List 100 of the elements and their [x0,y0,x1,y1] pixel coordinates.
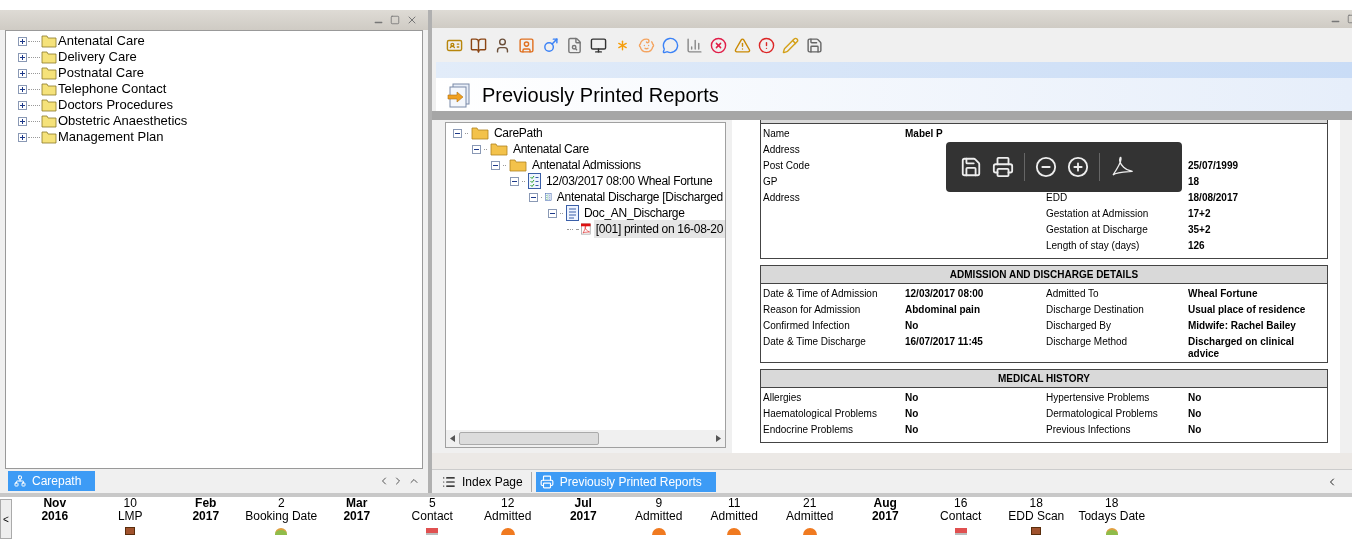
field-value: Discharged on clinical advice [1188,336,1296,360]
month-label: Aug [873,497,897,510]
year-label: 2017 [343,510,371,523]
month-label: Jul [574,497,592,510]
monitor-icon[interactable] [590,36,607,54]
tree-item[interactable]: Antenatal Discharge [Discharged [554,188,725,206]
collapse-icon[interactable] [548,208,557,218]
field-value: No [905,392,920,404]
field-label: Post Code [763,160,811,172]
zoom-out-icon[interactable] [1035,156,1057,178]
event-label: Admitted [710,510,758,523]
tree-item[interactable]: Doc_AN_Discharge [582,204,687,222]
tree-item[interactable]: [001] printed on 16-08-20 [593,220,725,238]
collapse-icon[interactable] [491,160,500,170]
field-label: EDD [1046,192,1069,204]
event-label: Admitted [786,510,834,523]
field-label: Gestation at Admission [1046,208,1150,220]
field-label: Admitted To [1046,288,1100,300]
event-day: 10 [123,497,137,510]
expand-icon[interactable] [18,68,27,78]
event-label: Contact [940,510,982,523]
event-label: Todays Date [1078,510,1146,523]
close-icon[interactable] [406,14,418,26]
checklist-icon [528,173,541,189]
event-day: 18 [1105,497,1119,510]
print-icon[interactable] [992,156,1014,178]
expand-icon[interactable] [18,116,27,126]
tree-item[interactable]: Antenatal Admissions [530,156,643,174]
event-day: 5 [428,497,436,510]
male-symbol-icon[interactable] [542,36,559,54]
document-icon [566,205,579,221]
speech-bubble-icon[interactable] [662,36,679,54]
folder-icon [509,158,527,172]
collapse-icon[interactable] [510,176,519,186]
field-label: Address [763,192,801,204]
field-label: Gestation at Discharge [1046,224,1149,236]
folder-icon [41,114,57,128]
month-label: Feb [195,497,217,510]
event-day: 11 [728,497,741,510]
expand-icon[interactable] [18,52,27,62]
field-value: Usual place of residence [1188,304,1307,316]
person-card-icon[interactable] [518,36,535,54]
month-label: Mar [346,497,368,510]
tree-item[interactable]: 12/03/2017 08:00 Wheal Fortune [544,172,715,190]
field-label: Discharge Method [1046,336,1129,348]
folder-icon [471,126,489,140]
event-day: 2 [277,497,285,510]
event-day: 18 [1029,497,1043,510]
folder-icon [41,130,57,144]
folder-icon [490,142,508,156]
event-day: 21 [803,497,817,510]
field-label: Address [763,144,801,156]
event-label: Booking Date [245,510,318,523]
field-label: Dermatological Problems [1046,408,1159,420]
horizontal-scrollbar[interactable] [446,430,725,447]
alert-icon[interactable] [758,36,775,54]
field-value: No [1188,392,1203,404]
field-value: No [905,320,920,332]
bar-chart-icon[interactable] [686,36,703,54]
field-label: Discharged By [1046,320,1113,332]
collapse-icon[interactable] [453,128,462,138]
field-value: Midwife: Rachel Bailey [1188,320,1297,332]
month-label: Nov [43,497,67,510]
section-header: ADMISSION AND DISCHARGE DETAILS [761,266,1327,284]
tree-item[interactable]: Antenatal Care [511,140,591,158]
acrobat-icon[interactable] [1110,156,1134,178]
panel-tab[interactable]: Index Page [438,471,532,492]
collapse-icon[interactable] [529,192,538,202]
field-label: Previous Infections [1046,424,1132,436]
year-label: 2016 [41,510,69,523]
expand-icon[interactable] [18,132,27,142]
zoom-in-icon[interactable] [1067,156,1089,178]
warning-icon[interactable] [734,36,751,54]
printer-icon [539,474,554,489]
expand-icon[interactable] [18,100,27,110]
list-icon [442,474,456,489]
folder-icon [41,98,57,112]
field-value: 12/03/2017 08:00 [905,288,985,300]
collapse-icon[interactable] [472,144,481,154]
event-label: Admitted [635,510,683,523]
save-icon[interactable] [806,36,823,54]
event-day: 16 [954,497,968,510]
error-icon[interactable] [710,36,727,54]
expand-icon[interactable] [18,36,27,46]
folder-icon [41,34,57,48]
scroll-left-button[interactable]: < [0,499,12,539]
document-search-icon[interactable] [566,36,583,54]
event-day: 12 [501,497,515,510]
scroll-right-icon[interactable] [716,435,721,442]
tree-item[interactable]: CarePath [492,124,545,142]
field-value: Wheal Fortune [1188,288,1259,300]
field-value: Abdominal pain [905,304,981,316]
field-label: Confirmed Infection [763,320,851,332]
field-value: 18/08/2017 [1188,192,1240,204]
scroll-left-icon[interactable] [450,435,455,442]
field-value: Mabel P [905,128,944,140]
field-value: No [905,424,920,436]
expand-icon[interactable] [18,84,27,94]
field-label: Date & Time of Admission [763,288,879,300]
field-label: Date & Time Discharge [763,336,867,348]
